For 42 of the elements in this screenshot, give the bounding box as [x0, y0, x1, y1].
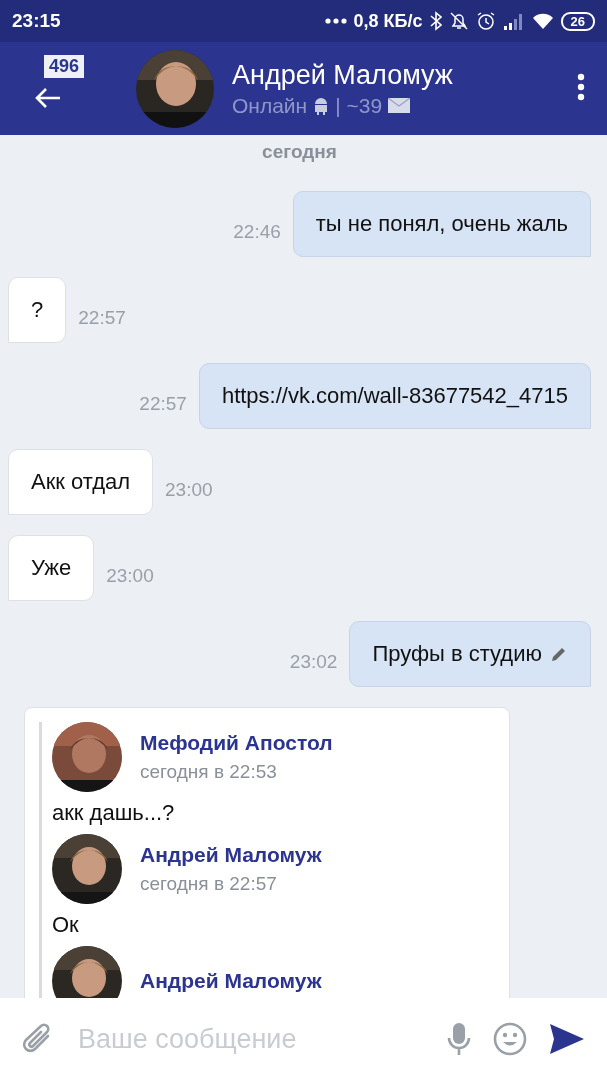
emoji-icon[interactable]: [493, 1022, 527, 1056]
contact-name: Андрей Маломуж: [232, 59, 454, 91]
android-icon: [313, 96, 330, 115]
message-time: 23:02: [289, 651, 338, 673]
message-time: 23:00: [165, 479, 213, 501]
microphone-icon[interactable]: [447, 1022, 471, 1056]
forwarded-messages-card[interactable]: Мефодий Апостол сегодня в 22:53 акк дашь...? Андрей Маломуж сегодня в 22:57 Ок Андрей Маломуж: [24, 707, 510, 998]
alarm-icon: [475, 11, 496, 31]
message-bubble[interactable]: Пруфы в студию: [349, 621, 591, 687]
wifi-icon: [531, 12, 554, 30]
message-counter: | ~39: [335, 93, 383, 118]
network-speed: 0,8 КБ/с: [353, 10, 423, 32]
author-name[interactable]: Мефодий Апостол: [140, 731, 333, 755]
muted-bell-icon: [448, 11, 469, 31]
message-time: 23:00: [106, 565, 154, 587]
battery-indicator: 26: [560, 11, 595, 31]
message-bubble[interactable]: ты не понял, очень жаль: [292, 191, 591, 257]
back-arrow-icon: [34, 86, 62, 110]
message-text: Ок: [52, 912, 80, 938]
send-icon[interactable]: [549, 1023, 585, 1055]
author-name[interactable]: Андрей Маломуж: [140, 843, 322, 867]
online-status: Онлайн: [232, 93, 308, 118]
message-bubble[interactable]: ?: [8, 277, 67, 343]
more-icon: [577, 73, 585, 101]
signal-icon: [502, 12, 525, 30]
message-time: 22:57: [78, 307, 126, 329]
message-bubble[interactable]: Акк отдал: [8, 449, 154, 515]
message-date: сегодня в 22:57: [140, 873, 278, 895]
date-separator: сегодня: [262, 141, 337, 163]
unread-badge: 496: [44, 55, 85, 78]
clock-time: 23:15: [12, 10, 61, 32]
bluetooth-icon: [429, 11, 442, 31]
message-time: 22:57: [139, 393, 187, 415]
envelope-icon: [388, 98, 411, 113]
author-name[interactable]: Андрей Маломуж: [140, 969, 322, 993]
message-bubble[interactable]: Уже: [8, 535, 95, 601]
message-bubble[interactable]: https://vk.com/wall-83677542_4715: [198, 363, 591, 429]
message-time: 22:46: [233, 221, 281, 243]
message-date: сегодня в 22:53: [140, 761, 278, 783]
more-dots-icon: [324, 18, 347, 24]
pencil-icon: [550, 645, 568, 663]
message-text: акк дашь...?: [52, 800, 176, 826]
